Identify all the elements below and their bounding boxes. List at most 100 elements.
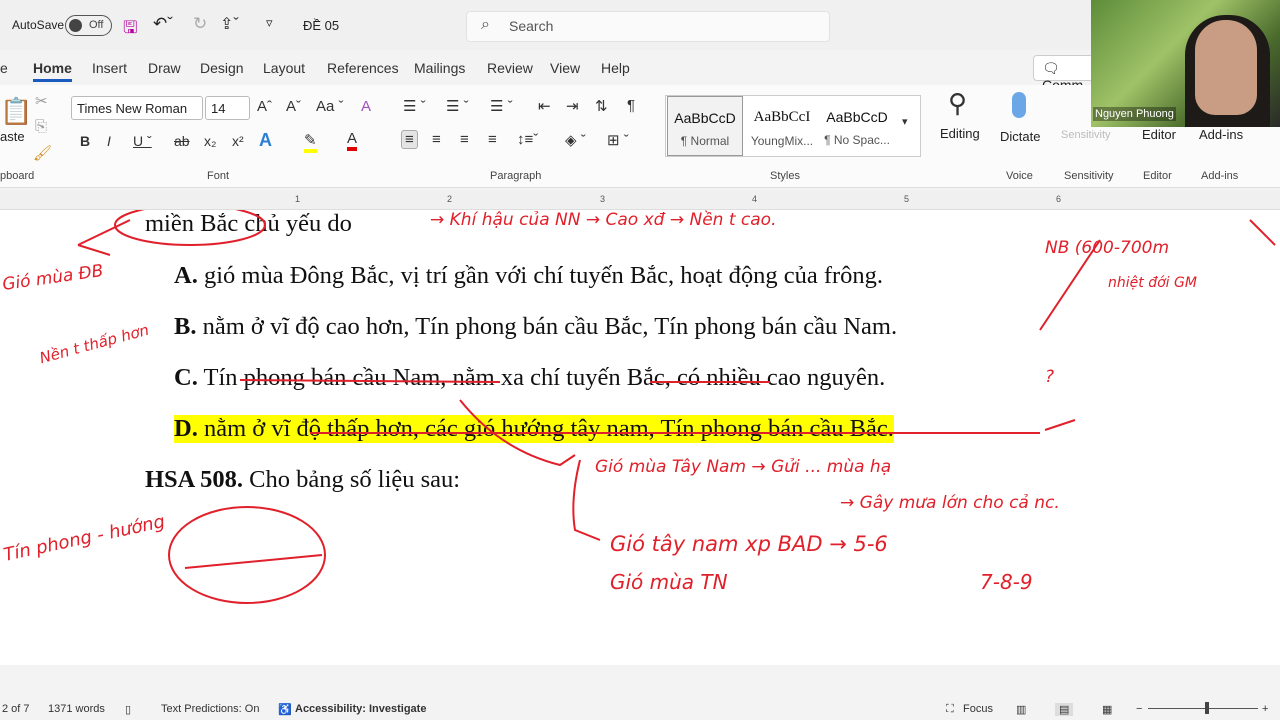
- style-normal[interactable]: AaBbCcD ¶ Normal: [667, 96, 743, 156]
- tab-references[interactable]: References: [327, 60, 399, 76]
- redo-icon[interactable]: ↻: [193, 14, 207, 34]
- change-case-icon[interactable]: Aa ˇ: [316, 98, 344, 115]
- style-preview: AaBbCcD: [674, 110, 736, 126]
- zoom-slider-thumb[interactable]: [1205, 702, 1209, 714]
- tab-draw[interactable]: Draw: [148, 60, 181, 76]
- tab-mailings[interactable]: Mailings: [414, 60, 465, 76]
- font-size-select[interactable]: 14: [205, 96, 250, 120]
- clear-formatting-icon[interactable]: A: [361, 98, 371, 115]
- font-size-value: 14: [211, 101, 226, 116]
- paste-icon[interactable]: 📋: [0, 96, 32, 127]
- copy-icon[interactable]: ⎘: [35, 118, 47, 135]
- dictate-button[interactable]: Dictate: [1000, 129, 1040, 144]
- line-spacing-icon[interactable]: ↕≡ˇ: [517, 131, 538, 148]
- shrink-font-icon[interactable]: Aˇ: [286, 98, 301, 115]
- zoom-out-button[interactable]: −: [1136, 703, 1142, 715]
- share-icon[interactable]: ⇪ˇ: [220, 14, 239, 34]
- style-no-spacing[interactable]: AaBbCcD ¶ No Spac...: [819, 96, 895, 156]
- search-box[interactable]: ⌕ Search: [466, 11, 830, 42]
- grow-font-icon[interactable]: Aˆ: [257, 98, 272, 115]
- search-editing-icon[interactable]: ⚲: [948, 88, 967, 119]
- show-formatting-icon[interactable]: ¶: [627, 97, 635, 114]
- customize-qat-icon[interactable]: ▿: [266, 15, 273, 31]
- accessibility-status[interactable]: Accessibility: Investigate: [295, 703, 426, 715]
- shading-icon[interactable]: ◈ ˇ: [565, 131, 586, 149]
- justify-icon[interactable]: ≡: [488, 131, 497, 148]
- bullets-icon[interactable]: ☰ ˇ: [403, 97, 426, 115]
- ink-circle: [168, 506, 326, 604]
- focus-icon: ⛶: [946, 703, 954, 715]
- ruler[interactable]: 1 2 3 4 5 6: [0, 190, 1280, 210]
- document-name[interactable]: ĐỀ 05: [303, 18, 339, 33]
- ruler-tick: 5: [904, 194, 910, 204]
- ink-strokes: [77, 210, 1276, 604]
- save-icon[interactable]: 🖫: [123, 15, 137, 44]
- undo-icon[interactable]: ↶ˇ: [153, 14, 173, 34]
- align-right-icon[interactable]: ≡: [460, 131, 469, 148]
- tab-view[interactable]: View: [550, 60, 580, 76]
- text-effects-icon[interactable]: A: [259, 130, 272, 151]
- group-font: Font: [207, 170, 230, 182]
- document-page[interactable]: miền Bắc chủ yếu do A. gió mùa Đông Bắc,…: [0, 210, 1280, 665]
- style-name: ¶ No Spac...: [824, 133, 890, 147]
- ruler-tick: 1: [295, 194, 301, 204]
- font-name-select[interactable]: Times New Roman: [71, 96, 203, 120]
- read-mode-icon[interactable]: ▥: [1016, 703, 1026, 716]
- search-placeholder: Search: [509, 18, 554, 34]
- text-predictions[interactable]: Text Predictions: On: [161, 703, 259, 715]
- addins-button[interactable]: Add-ins: [1199, 127, 1243, 142]
- group-paragraph: Paragraph: [490, 170, 542, 182]
- proofing-icon[interactable]: ▯: [125, 703, 131, 716]
- page-count[interactable]: 2 of 7: [2, 703, 30, 715]
- decrease-indent-icon[interactable]: ⇤: [538, 97, 551, 115]
- sensitivity-button[interactable]: Sensitivity: [1061, 129, 1111, 141]
- font-color-icon[interactable]: A: [347, 130, 358, 151]
- italic-icon[interactable]: I: [107, 133, 111, 149]
- borders-icon[interactable]: ⊞ ˇ: [607, 131, 629, 149]
- print-layout-icon[interactable]: ▤: [1055, 703, 1074, 716]
- ink-underline: [239, 379, 1040, 434]
- numbering-icon[interactable]: ☰ ˇ: [446, 97, 469, 115]
- styles-more-icon[interactable]: ▾: [902, 115, 908, 128]
- tab-file[interactable]: e: [0, 60, 8, 76]
- group-clipboard: pboard: [0, 170, 35, 182]
- format-painter-icon[interactable]: 🖌: [33, 144, 52, 162]
- superscript-icon[interactable]: x²: [232, 133, 244, 149]
- increase-indent-icon[interactable]: ⇥: [566, 97, 579, 115]
- tab-design[interactable]: Design: [200, 60, 244, 76]
- ruler-tick: 3: [600, 194, 606, 204]
- editor-button[interactable]: Editor: [1142, 127, 1176, 142]
- tab-help[interactable]: Help: [601, 60, 630, 76]
- tab-review[interactable]: Review: [487, 60, 533, 76]
- style-name: ¶ Normal: [680, 134, 730, 148]
- style-name: YoungMix...: [750, 134, 814, 148]
- tab-insert[interactable]: Insert: [92, 60, 127, 76]
- ruler-tick: 6: [1056, 194, 1062, 204]
- group-voice: Voice: [1006, 170, 1033, 182]
- zoom-slider[interactable]: [1148, 708, 1258, 709]
- status-bar: 2 of 7 1371 words ▯ Text Predictions: On…: [0, 697, 1280, 720]
- multilevel-list-icon[interactable]: ☰ ˇ: [490, 97, 513, 115]
- ink-line: [1039, 219, 1276, 331]
- cut-icon[interactable]: ✂: [35, 92, 48, 110]
- sort-icon[interactable]: ⇅: [595, 97, 608, 115]
- align-left-icon[interactable]: ≡: [401, 130, 418, 149]
- microphone-icon[interactable]: [1012, 92, 1026, 118]
- align-center-icon[interactable]: ≡: [432, 131, 441, 148]
- web-layout-icon[interactable]: ▦: [1102, 703, 1112, 716]
- tab-home[interactable]: Home: [33, 60, 72, 82]
- highlight-icon[interactable]: ✎: [304, 131, 317, 153]
- autosave-toggle[interactable]: Off: [65, 15, 112, 36]
- bold-icon[interactable]: B: [80, 133, 90, 149]
- subscript-icon[interactable]: x₂: [204, 133, 216, 149]
- tab-layout[interactable]: Layout: [263, 60, 305, 76]
- underline-icon[interactable]: U ˇ: [133, 133, 152, 149]
- word-count[interactable]: 1371 words: [48, 703, 105, 715]
- paste-label[interactable]: aste: [0, 129, 25, 144]
- autosave-label: AutoSave: [12, 18, 65, 32]
- zoom-in-button[interactable]: +: [1262, 703, 1268, 715]
- style-youngmix[interactable]: AaBbCcI YoungMix...: [744, 96, 820, 156]
- strikethrough-icon[interactable]: ab: [174, 133, 190, 149]
- editing-button[interactable]: Editing: [940, 126, 980, 141]
- focus-button[interactable]: Focus: [963, 703, 993, 715]
